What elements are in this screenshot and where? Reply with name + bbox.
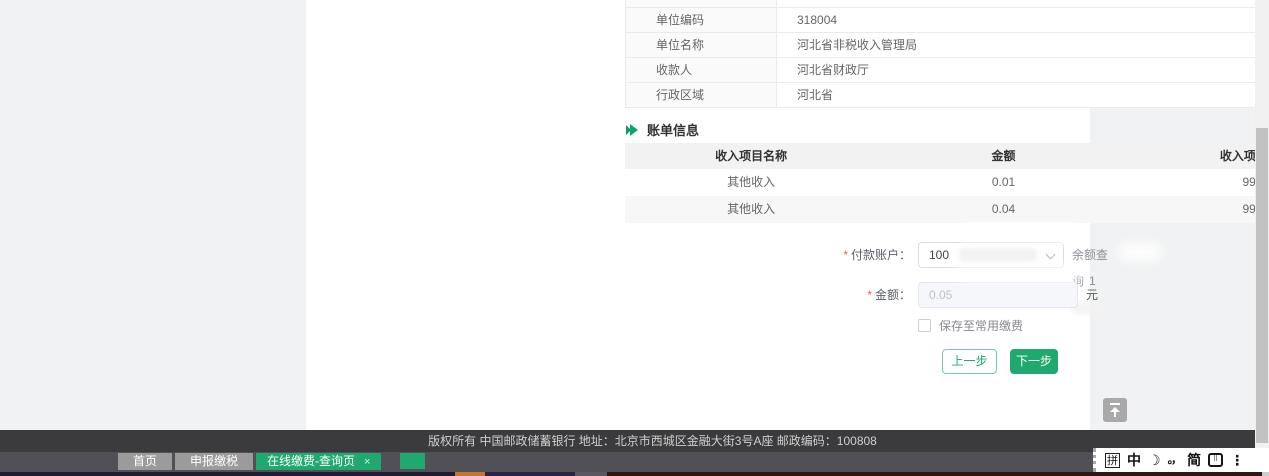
info-value-cell: 河北省	[777, 83, 1269, 107]
required-mark: *	[867, 288, 872, 302]
green-fragment	[400, 453, 425, 469]
info-value-cell: 318004	[777, 8, 1269, 32]
account-redaction	[959, 248, 1037, 262]
info-value-cell	[777, 0, 1269, 7]
table-row: 行政区域 河北省	[626, 83, 1269, 108]
info-label-cell: 行政区域	[626, 83, 777, 107]
previous-step-button[interactable]: 上一步	[942, 349, 997, 374]
ime-keyboard-icon[interactable]: ⠿	[1208, 453, 1223, 467]
close-icon[interactable]: ×	[364, 456, 370, 468]
amount-input[interactable]: 0.05	[918, 282, 1078, 308]
checkbox-icon[interactable]	[918, 319, 931, 332]
info-label-cell: 单位名称	[626, 33, 777, 57]
column-header: 收入项目编号	[1130, 143, 1269, 169]
table-row: 其他收入 0.01 9999	[625, 169, 1269, 196]
info-value-cell: 河北省非税收入管理局	[777, 33, 1269, 57]
column-header: 金额	[877, 143, 1129, 169]
table-row: 其他收入 0.04 9999	[625, 196, 1269, 223]
back-to-top-button[interactable]	[1103, 398, 1127, 422]
content-panel: 单位编码 318004 单位名称 河北省非税收入管理局 收款人 河北省财政厅 行…	[306, 0, 1090, 430]
bill-section-title: 账单信息	[626, 120, 699, 139]
scrollbar-track[interactable]	[1255, 0, 1269, 472]
ime-more-icon[interactable]: ⋮	[1230, 453, 1244, 468]
bill-item-name: 其他收入	[625, 196, 877, 223]
strip-segment	[1262, 472, 1269, 476]
desktop-strip	[0, 472, 1269, 476]
next-step-button[interactable]: 下一步	[1010, 349, 1058, 374]
copyright-footer: 版权所有 中国邮政储蓄银行 地址：北京市西城区金融大街3号A座 邮政编码：100…	[0, 430, 1255, 452]
checkbox-label: 保存至常用缴费	[939, 317, 1023, 334]
ime-width-mode-icon[interactable]: ☽	[1148, 453, 1161, 468]
bill-item-amount: 0.01	[877, 169, 1129, 196]
scrollbar-thumb[interactable]	[1256, 128, 1268, 443]
bill-table-header: 收入项目名称 金额 收入项目编号	[625, 143, 1269, 169]
payment-account-label: *付款账户：	[761, 242, 911, 268]
section-title-text: 账单信息	[647, 120, 699, 139]
tab-home[interactable]: 首页	[118, 453, 172, 470]
tab-declare-tax[interactable]: 申报缴税	[175, 453, 253, 470]
amount-unit: 元	[1086, 282, 1098, 308]
strip-segment	[607, 472, 1262, 476]
table-row-partial	[626, 0, 1269, 8]
chevron-down-icon	[1046, 250, 1056, 260]
tab-online-payment-query[interactable]: 在线缴费-查询页 ×	[256, 453, 381, 470]
ime-toolbar: 拼 中 ☽ 。， 简 ⠿ ⋮	[1093, 448, 1269, 472]
info-value-cell: 河北省财政厅	[777, 58, 1269, 82]
column-header: 收入项目名称	[625, 143, 877, 169]
info-label-cell: 收款人	[626, 58, 777, 82]
tab-list: 首页 申报缴税 在线缴费-查询页 ×	[118, 453, 381, 470]
info-label-cell	[626, 0, 777, 7]
ime-chinese-mode-icon[interactable]: 中	[1127, 453, 1141, 468]
bill-item-code: 9999	[1130, 196, 1269, 223]
balance-query-link[interactable]: 余额查询1	[1072, 242, 1110, 268]
ime-simplified-icon[interactable]: 简	[1187, 453, 1201, 468]
required-mark: *	[843, 248, 848, 262]
bill-item-name: 其他收入	[625, 169, 877, 196]
account-number-text: 100	[929, 248, 949, 262]
ime-punctuation-icon[interactable]: 。，	[1168, 453, 1181, 468]
ime-pinyin-icon[interactable]: 拼	[1105, 453, 1120, 468]
back-to-top-icon	[1110, 403, 1120, 405]
save-common-payment-option[interactable]: 保存至常用缴费	[918, 317, 1023, 334]
table-row: 收款人 河北省财政厅	[626, 58, 1269, 83]
amount-label: *金额：	[761, 282, 911, 308]
table-row: 单位编码 318004	[626, 8, 1269, 33]
page-tabbar: 首页 申报缴税 在线缴费-查询页 ×	[0, 452, 1255, 472]
privacy-blur	[1118, 243, 1162, 261]
section-arrow-icon	[626, 124, 638, 136]
tab-label: 在线缴费-查询页	[267, 454, 355, 468]
agency-info-table: 单位编码 318004 单位名称 河北省非税收入管理局 收款人 河北省财政厅 行…	[625, 0, 1269, 108]
table-row: 单位名称 河北省非税收入管理局	[626, 33, 1269, 58]
info-label-cell: 单位编码	[626, 8, 777, 32]
bill-item-amount: 0.04	[877, 196, 1129, 223]
strip-segment	[455, 472, 485, 476]
privacy-blur	[961, 223, 1079, 244]
strip-segment	[485, 472, 575, 476]
bill-items-table: 收入项目名称 金额 收入项目编号 其他收入 0.01 9999 其他收入 0.0…	[625, 143, 1269, 223]
payment-account-select[interactable]: 100	[918, 242, 1064, 268]
strip-segment	[575, 472, 607, 476]
bill-item-code: 9999	[1130, 169, 1269, 196]
